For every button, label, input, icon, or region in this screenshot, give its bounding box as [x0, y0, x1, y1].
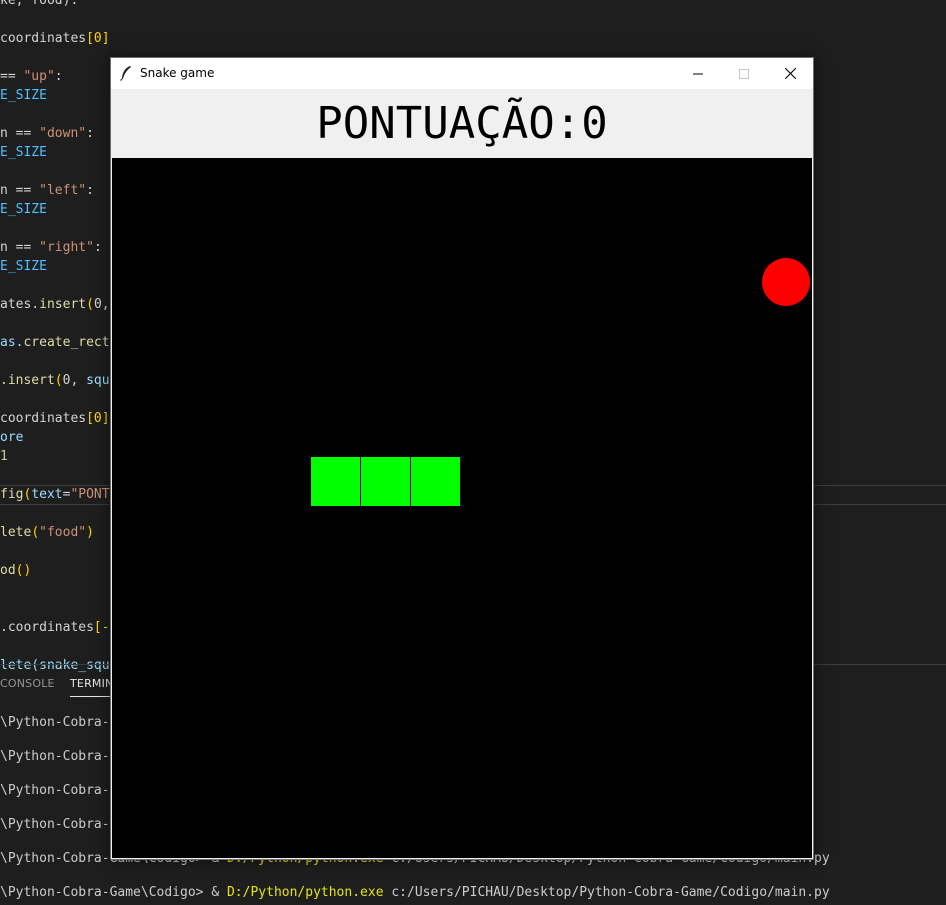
- score-label: PONTUAÇÃO:0: [111, 89, 813, 158]
- code-token: as.: [0, 335, 24, 350]
- code-token: od: [0, 563, 16, 578]
- code-token: :: [93, 240, 102, 255]
- code-token: E_SIZE: [0, 145, 47, 160]
- code-line: ates.insert(0,: [0, 295, 117, 314]
- code-token: coordinates: [0, 411, 87, 426]
- snake-segment: [361, 457, 410, 506]
- terminal-line: \Python-Cobra-Game\Codigo> & D:/Python/p…: [0, 884, 830, 902]
- minimize-icon: [693, 73, 703, 74]
- active-tab-underline: [70, 696, 115, 697]
- code-token: (: [86, 297, 94, 312]
- code-token: :: [86, 183, 94, 198]
- code-token: "right": [39, 240, 94, 255]
- code-line: fig(text="PONTU: [0, 485, 117, 504]
- title-bar[interactable]: Snake game: [111, 58, 813, 89]
- code-token: (: [54, 373, 63, 388]
- code-token: ke, food).: [0, 0, 79, 8]
- close-button[interactable]: [767, 58, 813, 89]
- terminal-args: c:/Users/PICHAU/Desktop/Python-Cobra-Gam…: [383, 885, 830, 900]
- panel-tab[interactable]: TERMIN: [70, 674, 113, 694]
- window-title: Snake game: [140, 66, 215, 80]
- code-line: as.create_recta: [0, 333, 117, 352]
- code-token: n ==: [0, 183, 40, 198]
- code-token: lete(snake_squa: [0, 658, 118, 673]
- code-line: .coordinates[-1: [0, 618, 117, 637]
- code-token: E_SIZE: [0, 88, 47, 103]
- code-line: coordinates[0]: [0, 409, 110, 428]
- code-line: == "up":: [0, 67, 63, 86]
- code-line: ke, food).: [0, 0, 78, 10]
- code-token: [0]: [86, 411, 110, 426]
- code-token: ates.: [0, 297, 40, 312]
- code-line: E_SIZE: [0, 257, 47, 276]
- maximize-button[interactable]: [721, 58, 767, 89]
- code-line: n == "left":: [0, 181, 94, 200]
- code-token: "food": [39, 525, 87, 540]
- maximize-icon: [739, 68, 749, 79]
- code-token: "left": [39, 183, 87, 198]
- food: [762, 258, 810, 306]
- code-line: ore: [0, 428, 23, 447]
- code-token: ): [86, 525, 94, 540]
- code-token: .coordinates: [0, 620, 94, 635]
- code-token: 0,: [62, 373, 87, 388]
- code-line: .insert(0, squa: [0, 371, 117, 390]
- code-token: insert: [39, 297, 87, 312]
- snake-segment: [311, 457, 360, 506]
- code-token: insert: [7, 373, 55, 388]
- code-token: ore: [0, 430, 24, 445]
- code-token: "down": [39, 126, 87, 141]
- code-token: coordinates: [0, 31, 87, 46]
- close-icon: [784, 68, 796, 79]
- code-token: E_SIZE: [0, 202, 47, 217]
- snake-game-window[interactable]: Snake game PONTUAÇÃO:0: [110, 57, 814, 860]
- code-line: lete(snake_squa: [0, 656, 117, 675]
- snake-segment: [411, 457, 460, 506]
- code-token: [0]: [86, 31, 110, 46]
- code-line: 1: [0, 447, 8, 466]
- terminal-command: D:/Python/python.exe: [226, 885, 384, 900]
- code-line: od(): [0, 561, 31, 580]
- code-token: text: [31, 487, 63, 502]
- code-line: n == "down":: [0, 124, 94, 143]
- terminal-prompt: \Python-Cobra-Game\Codigo> &: [0, 885, 227, 900]
- code-token: (): [15, 563, 32, 578]
- code-token: E_SIZE: [0, 259, 47, 274]
- code-line: E_SIZE: [0, 200, 47, 219]
- code-token: 1: [0, 449, 8, 464]
- minimize-button[interactable]: [675, 58, 721, 89]
- code-line: lete("food"): [0, 523, 94, 542]
- desktop-screen: ke, food). coordinates[0] == "up": E_SIZE n …: [0, 0, 946, 905]
- panel-tab[interactable]: CONSOLE: [0, 674, 55, 694]
- code-token: :: [54, 69, 63, 84]
- code-line: n == "right":: [0, 238, 102, 257]
- game-canvas[interactable]: [112, 158, 812, 858]
- code-line: coordinates[0]: [0, 29, 110, 48]
- code-token: ==: [0, 69, 24, 84]
- code-line: E_SIZE: [0, 86, 47, 105]
- feather-icon: [120, 66, 131, 81]
- code-token: n ==: [0, 240, 40, 255]
- code-token: :: [86, 126, 94, 141]
- code-token: lete: [0, 525, 32, 540]
- code-line: E_SIZE: [0, 143, 47, 162]
- code-token: fig: [0, 487, 24, 502]
- code-token: n ==: [0, 126, 40, 141]
- code-token: (: [31, 525, 40, 540]
- code-token: .: [0, 373, 8, 388]
- code-token: "up": [23, 69, 55, 84]
- code-token: create_recta: [23, 335, 118, 350]
